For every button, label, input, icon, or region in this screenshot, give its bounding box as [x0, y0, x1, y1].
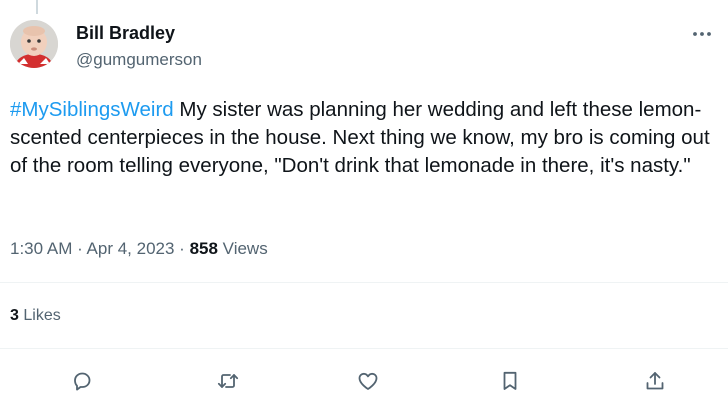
divider	[0, 282, 728, 283]
likes-stat[interactable]: 3 Likes	[10, 306, 61, 326]
tweet-time[interactable]: 1:30 AM	[10, 239, 72, 258]
tweet-date[interactable]: Apr 4, 2023	[87, 239, 175, 258]
more-options-button[interactable]	[690, 22, 718, 42]
tweet-metadata: 1:30 AM · Apr 4, 2023 · 858 Views	[10, 238, 268, 260]
likes-count: 3	[10, 307, 19, 324]
bookmark-button[interactable]	[495, 366, 525, 396]
author-display-name[interactable]: Bill Bradley	[76, 22, 202, 44]
views-label: Views	[222, 239, 268, 258]
more-dots-icon	[693, 32, 711, 36]
author-info: Bill Bradley @gumgumerson	[76, 22, 202, 71]
divider	[0, 348, 728, 349]
author-handle[interactable]: @gumgumerson	[76, 49, 202, 71]
thread-connector-line	[36, 0, 38, 14]
tweet-header: Bill Bradley @gumgumerson	[10, 20, 718, 72]
views-count: 858	[189, 239, 218, 258]
share-icon	[646, 372, 664, 390]
meta-separator: ·	[72, 239, 87, 258]
tweet-text: #MySiblingsWeird My sister was planning …	[10, 96, 722, 180]
likes-label: Likes	[23, 307, 61, 324]
hashtag-link[interactable]: #MySiblingsWeird	[10, 98, 174, 121]
like-icon	[358, 372, 378, 390]
action-bar	[0, 362, 728, 398]
avatar[interactable]	[10, 20, 58, 68]
bookmark-icon	[503, 371, 517, 390]
like-button[interactable]	[353, 366, 383, 396]
meta-separator: ·	[174, 239, 190, 258]
share-button[interactable]	[640, 366, 670, 396]
baby-photo-icon	[10, 20, 58, 68]
retweet-button[interactable]	[213, 366, 243, 396]
reply-button[interactable]	[67, 366, 97, 396]
retweet-icon	[217, 374, 239, 388]
reply-icon	[74, 372, 91, 391]
